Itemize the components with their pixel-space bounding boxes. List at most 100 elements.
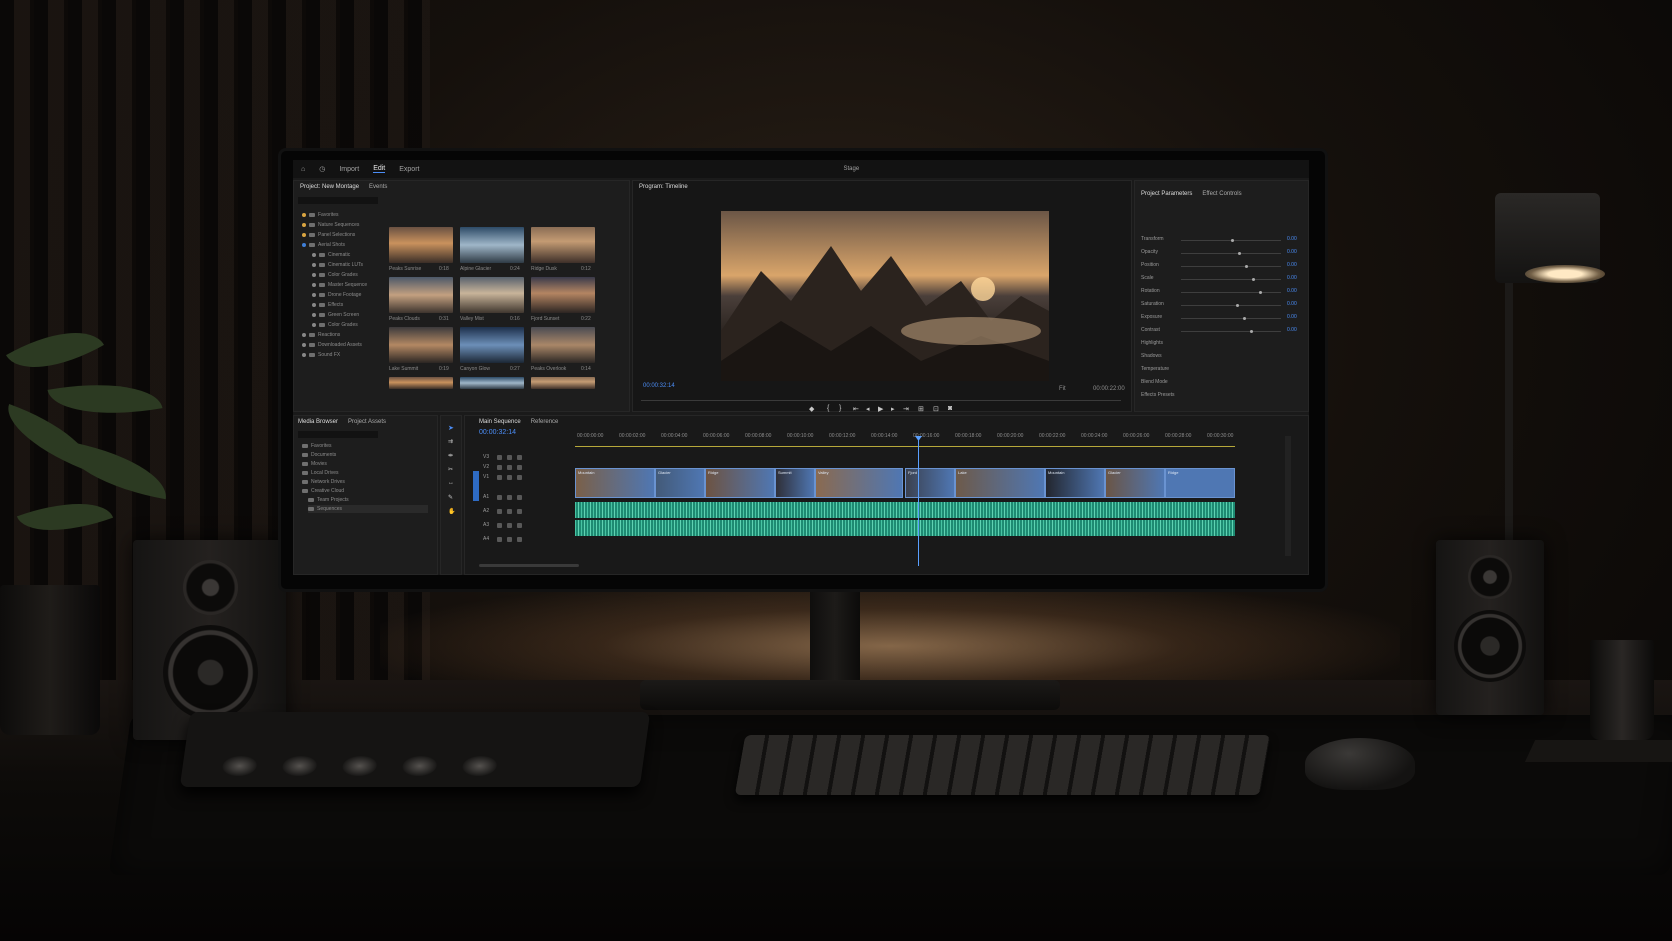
tab-media-browser[interactable]: Media Browser: [298, 419, 338, 425]
bin-item[interactable]: Downloaded Assets: [302, 341, 362, 349]
project-search-input[interactable]: [298, 197, 378, 204]
media-item[interactable]: Favorites: [302, 442, 332, 450]
parameter-slider[interactable]: [1181, 252, 1281, 255]
thumbnail[interactable]: [531, 327, 595, 363]
parameter-slider[interactable]: [1181, 265, 1281, 268]
back-icon[interactable]: ◷: [319, 165, 325, 173]
media-item[interactable]: Team Projects: [308, 496, 349, 504]
parameter-value[interactable]: 0.00: [1287, 301, 1297, 307]
thumbnail[interactable]: [389, 327, 453, 363]
hand-icon[interactable]: ✋: [448, 508, 455, 515]
razor-icon[interactable]: ✂: [448, 466, 453, 473]
tab-project-assets[interactable]: Project Assets: [348, 419, 386, 425]
video-clip[interactable]: Mountain: [1045, 468, 1105, 498]
thumbnail[interactable]: [460, 277, 524, 313]
camera-icon[interactable]: ◙: [948, 405, 952, 412]
thumbnail[interactable]: [460, 227, 524, 263]
parameter-value[interactable]: 0.00: [1287, 249, 1297, 255]
home-icon[interactable]: ⌂: [301, 166, 305, 173]
parameter-slider[interactable]: [1181, 330, 1281, 333]
bin-item[interactable]: Color Grades: [312, 271, 358, 279]
bin-item[interactable]: Master Sequence: [312, 281, 367, 289]
thumbnail[interactable]: [460, 377, 524, 389]
video-clip[interactable]: Fjord: [905, 468, 955, 498]
thumbnail[interactable]: [389, 227, 453, 263]
bin-item[interactable]: Green Screen: [312, 311, 359, 319]
step-forward-icon[interactable]: ▸: [891, 405, 895, 413]
nav-export[interactable]: Export: [399, 166, 419, 173]
slider-handle[interactable]: [1252, 278, 1255, 281]
out-point-icon[interactable]: }: [839, 405, 841, 412]
nav-import[interactable]: Import: [339, 166, 359, 173]
thumbnail[interactable]: [460, 327, 524, 363]
overwrite-icon[interactable]: ⊡: [933, 405, 939, 413]
parameter-value[interactable]: 0.00: [1287, 236, 1297, 242]
parameter-slider[interactable]: [1181, 239, 1281, 242]
parameter-slider[interactable]: [1181, 317, 1281, 320]
media-item[interactable]: Creative Cloud: [302, 487, 344, 495]
slider-handle[interactable]: [1231, 239, 1234, 242]
tab-effect-controls[interactable]: Effect Controls: [1202, 191, 1241, 197]
marker-icon[interactable]: ◆: [809, 405, 814, 413]
video-clip[interactable]: Summit: [775, 468, 815, 498]
play-icon[interactable]: ▶: [878, 405, 883, 413]
track-select-icon[interactable]: ⇉: [448, 438, 453, 445]
bin-item[interactable]: Nature Sequences: [302, 221, 359, 229]
playhead[interactable]: [918, 438, 919, 566]
slider-handle[interactable]: [1238, 252, 1241, 255]
video-clip[interactable]: Lake: [955, 468, 1045, 498]
bin-item[interactable]: Color Grades: [312, 321, 358, 329]
video-clip[interactable]: Ridge: [705, 468, 775, 498]
bin-item[interactable]: Favorites: [302, 211, 339, 219]
step-back-icon[interactable]: ◂: [866, 405, 870, 413]
media-item[interactable]: Network Drives: [302, 478, 345, 486]
media-item[interactable]: Sequences: [308, 505, 428, 513]
slider-handle[interactable]: [1245, 265, 1248, 268]
bin-item[interactable]: Reactions: [302, 331, 340, 339]
video-clip[interactable]: Valley: [815, 468, 903, 498]
bin-item[interactable]: Cinematic LUTs: [312, 261, 363, 269]
audio-clip[interactable]: [575, 502, 1235, 518]
tab-events[interactable]: Events: [369, 184, 387, 190]
audio-clip[interactable]: [575, 520, 1235, 536]
slider-handle[interactable]: [1250, 330, 1253, 333]
slider-handle[interactable]: [1236, 304, 1239, 307]
nav-edit[interactable]: Edit: [373, 165, 386, 173]
media-item[interactable]: Movies: [302, 460, 327, 468]
video-clip[interactable]: Glacier: [1105, 468, 1165, 498]
video-clip[interactable]: Mountain: [575, 468, 655, 498]
tab-parameters[interactable]: Project Parameters: [1141, 191, 1192, 197]
insert-icon[interactable]: ⊞: [918, 405, 924, 413]
thumbnail[interactable]: [389, 277, 453, 313]
media-search-input[interactable]: [298, 431, 378, 438]
slip-icon[interactable]: ↔: [448, 480, 454, 486]
bin-item[interactable]: Effects: [312, 301, 343, 309]
parameter-slider[interactable]: [1181, 291, 1281, 294]
bin-item[interactable]: Sound FX: [302, 351, 340, 359]
video-clip[interactable]: Glacier: [655, 468, 705, 498]
slider-handle[interactable]: [1259, 291, 1262, 294]
bin-item[interactable]: Cinematic: [312, 251, 350, 259]
program-scrubber[interactable]: [641, 400, 1121, 401]
bin-item[interactable]: Aerial Shots: [302, 241, 345, 249]
parameter-value[interactable]: 0.00: [1287, 288, 1297, 294]
bin-item[interactable]: Panel Selections: [302, 231, 355, 239]
parameter-slider[interactable]: [1181, 278, 1281, 281]
ripple-edit-icon[interactable]: ⇹: [448, 452, 453, 459]
thumbnail[interactable]: [389, 377, 453, 389]
media-item[interactable]: Documents: [302, 451, 336, 459]
slider-handle[interactable]: [1243, 317, 1246, 320]
parameter-value[interactable]: 0.00: [1287, 314, 1297, 320]
go-to-out-icon[interactable]: ⇥: [903, 405, 909, 413]
tab-project[interactable]: Project: New Montage: [300, 184, 359, 190]
parameter-value[interactable]: 0.00: [1287, 327, 1297, 333]
go-to-in-icon[interactable]: ⇤: [853, 405, 859, 413]
parameter-slider[interactable]: [1181, 304, 1281, 307]
selection-tool-icon[interactable]: ➤: [448, 424, 454, 432]
zoom-select[interactable]: Fit: [1059, 386, 1066, 392]
timeline-zoom-scrollbar[interactable]: [479, 564, 579, 567]
pen-icon[interactable]: ✎: [448, 494, 453, 501]
video-clip[interactable]: Ridge: [1165, 468, 1235, 498]
parameter-value[interactable]: 0.00: [1287, 275, 1297, 281]
media-item[interactable]: Local Drives: [302, 469, 339, 477]
